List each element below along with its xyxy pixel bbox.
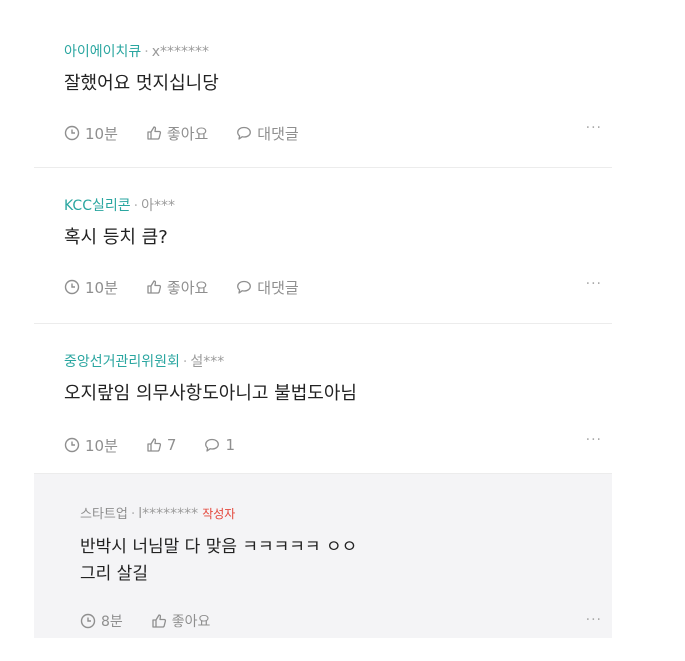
time-label: 10분 <box>85 436 118 455</box>
thumbs-up-icon <box>147 438 161 452</box>
more-dots-icon[interactable]: ··· <box>586 432 602 448</box>
separator: · <box>133 198 139 214</box>
comment-actions: 8분 좋아요 <box>80 610 612 632</box>
comment-text-line: 반박시 너님말 다 맞음 ㅋㅋㅋㅋㅋ ㅇㅇ <box>80 537 358 557</box>
like-button[interactable]: 7 <box>146 436 177 454</box>
comment-author-line: 아이에이치큐 · x******* <box>64 42 612 62</box>
author-name[interactable]: KCC실리콘 <box>64 198 131 214</box>
masked-user-id: l******** <box>138 506 199 522</box>
writer-badge: 작성자 <box>202 507 236 521</box>
comment-time: 10분 <box>64 435 118 456</box>
thumbs-up-icon <box>147 126 161 140</box>
reply-comment-item: 스타트업 · l******** 작성자 반박시 너님말 다 맞음 ㅋㅋㅋㅋㅋ ㅇㅇ … <box>34 474 612 638</box>
author-name[interactable]: 스타트업 <box>80 507 128 522</box>
like-button[interactable]: 좋아요 <box>151 611 211 631</box>
time-label: 10분 <box>85 124 118 143</box>
like-count: 7 <box>166 436 177 454</box>
like-button[interactable]: 좋아요 <box>146 123 208 144</box>
like-button[interactable]: 좋아요 <box>146 277 208 298</box>
comment-text: 잘했어요 멋지십니당 <box>64 73 219 94</box>
comment-item: KCC실리콘 · 아*** 혹시 등치 큼? 10분 좋아요 대댓글 ··· <box>34 168 612 324</box>
reply-label: 대댓글 <box>257 124 299 143</box>
comment-author-line: KCC실리콘 · 아*** <box>64 196 612 216</box>
comment-author-line: 스타트업 · l******** 작성자 <box>80 504 612 524</box>
comment-time: 10분 <box>64 277 118 298</box>
more-dots-icon[interactable]: ··· <box>586 276 602 292</box>
like-label: 좋아요 <box>171 614 211 630</box>
thumbs-up-icon <box>152 614 166 628</box>
reply-button[interactable]: 대댓글 <box>236 277 299 298</box>
clock-icon <box>64 437 80 453</box>
like-label: 좋아요 <box>166 124 209 143</box>
masked-user-id: 아*** <box>141 198 175 214</box>
reply-button[interactable]: 1 <box>204 436 235 454</box>
comment-author-line: 중앙선거관리위원회 · 설*** <box>64 352 612 372</box>
comment-item: 중앙선거관리위원회 · 설*** 오지랖임 의무사항도아니고 불법도아님 10분 7… <box>34 324 612 474</box>
clock-icon <box>64 279 80 295</box>
more-dots-icon[interactable]: ··· <box>586 120 602 136</box>
masked-user-id: x******* <box>151 44 210 60</box>
comment-time: 10분 <box>64 123 118 144</box>
like-label: 좋아요 <box>166 278 209 297</box>
time-label: 10분 <box>85 278 118 297</box>
comment-text: 반박시 너님말 다 맞음 ㅋㅋㅋㅋㅋ ㅇㅇ 그리 살길 <box>80 534 612 588</box>
speech-bubble-icon <box>237 280 252 294</box>
comment-item: 아이에이치큐 · x******* 잘했어요 멋지십니당 10분 좋아요 대댓글 ·… <box>34 22 612 168</box>
thumbs-up-icon <box>147 280 161 294</box>
time-label: 8분 <box>101 614 123 630</box>
comment-text: 오지랖임 의무사항도아니고 불법도아님 <box>64 383 357 404</box>
comment-actions: 10분 7 1 <box>64 434 612 456</box>
comment-text-line: 그리 살길 <box>80 564 148 584</box>
comment-actions: 10분 좋아요 대댓글 <box>64 276 612 298</box>
separator: · <box>130 506 136 522</box>
reply-label: 대댓글 <box>257 278 299 297</box>
speech-bubble-icon <box>237 126 252 140</box>
clock-icon <box>64 125 80 141</box>
reply-count: 1 <box>225 436 235 454</box>
separator: · <box>182 354 188 370</box>
author-name[interactable]: 아이에이치큐 <box>64 44 141 60</box>
more-dots-icon[interactable]: ··· <box>586 612 602 628</box>
author-name[interactable]: 중앙선거관리위원회 <box>64 354 180 370</box>
speech-bubble-icon <box>205 438 220 452</box>
comment-text: 혹시 등치 큼? <box>64 227 168 248</box>
separator: · <box>144 44 149 60</box>
masked-user-id: 설*** <box>190 354 225 370</box>
reply-button[interactable]: 대댓글 <box>236 123 299 144</box>
comment-actions: 10분 좋아요 대댓글 <box>64 122 612 144</box>
clock-icon <box>80 613 96 629</box>
comment-time: 8분 <box>80 611 123 631</box>
